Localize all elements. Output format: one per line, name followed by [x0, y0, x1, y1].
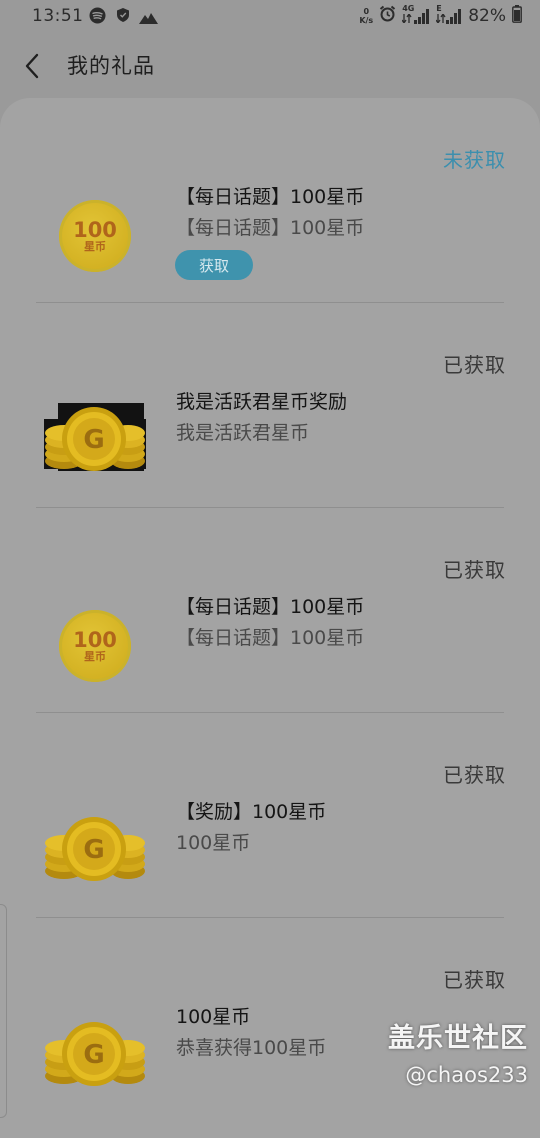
- gift-item[interactable]: 已获取 G 【奖励】100星币 100星币: [0, 713, 540, 918]
- svg-text:G: G: [83, 835, 104, 865]
- watermark: 盖乐世社区 @chaos233: [388, 1022, 528, 1090]
- battery-icon: [512, 4, 522, 28]
- signal-e: E: [436, 4, 462, 25]
- page-title: 我的礼品: [67, 54, 155, 78]
- gift-item[interactable]: 未获取 100 星币 【每日话题】100星币 【每日话题】100星币 获取: [0, 98, 540, 303]
- back-button[interactable]: [14, 48, 50, 84]
- gift-item[interactable]: 已获取 G 我是活跃君星币奖励 我是活跃君星币: [0, 303, 540, 508]
- gift-item[interactable]: 已获取 100 星币 【每日话题】100星币 【每日话题】100星币: [0, 508, 540, 713]
- alarm-icon: [379, 5, 396, 27]
- mountain-icon: [139, 9, 158, 29]
- gift-subtitle: 100星币: [176, 832, 251, 854]
- gift-title: 100星币: [176, 1006, 251, 1028]
- shield-icon: [116, 7, 130, 28]
- gift-subtitle: 恭喜获得100星币: [176, 1037, 327, 1059]
- net-speed: 0 K/s: [359, 7, 374, 25]
- coin-stack-icon: G: [44, 809, 146, 889]
- status-bar: 13:51 0 K/s 4G E 82%: [0, 0, 540, 34]
- coin-100-icon: 100 星币: [44, 194, 146, 274]
- gift-subtitle: 我是活跃君星币: [176, 422, 310, 444]
- status-time: 13:51: [32, 6, 84, 26]
- battery-percent: 82%: [468, 6, 506, 26]
- edge-panel-handle[interactable]: [0, 904, 7, 1118]
- app-header: 我的礼品: [0, 34, 540, 96]
- gift-status: 已获取: [443, 968, 506, 992]
- watermark-text: 盖乐世社区: [388, 1023, 528, 1054]
- gift-title: 我是活跃君星币奖励: [176, 391, 348, 413]
- gift-title: 【每日话题】100星币: [176, 596, 365, 618]
- watermark-handle: @chaos233: [405, 1063, 528, 1087]
- gift-subtitle: 【每日话题】100星币: [176, 217, 365, 239]
- coin-unit: 星币: [84, 240, 106, 253]
- gift-status: 已获取: [443, 558, 506, 582]
- coin-stack-icon: G: [44, 399, 146, 479]
- gift-title: 【每日话题】100星币: [176, 186, 365, 208]
- gift-list-card: 未获取 100 星币 【每日话题】100星币 【每日话题】100星币 获取 已获…: [0, 98, 540, 1138]
- coin-number: 100: [73, 628, 117, 652]
- gift-status: 已获取: [443, 763, 506, 787]
- gift-status: 已获取: [443, 353, 506, 377]
- back-arrow-icon: [25, 53, 39, 79]
- svg-text:G: G: [83, 425, 104, 455]
- svg-text:G: G: [83, 1040, 104, 1070]
- music-app-icon: [89, 7, 106, 29]
- coin-100-icon: 100 星币: [44, 604, 146, 684]
- gift-status: 未获取: [443, 148, 506, 172]
- gift-title: 【奖励】100星币: [176, 801, 327, 823]
- coin-unit: 星币: [84, 650, 106, 663]
- coin-number: 100: [73, 218, 117, 242]
- gift-subtitle: 【每日话题】100星币: [176, 627, 365, 649]
- signal-4g: 4G: [402, 4, 430, 25]
- claim-button[interactable]: 获取: [175, 250, 253, 280]
- gift-item[interactable]: 已获取 G 100星币 恭喜获得100星币: [0, 918, 540, 1123]
- status-indicators: 0 K/s 4G E 82%: [359, 4, 522, 28]
- coin-stack-icon: G: [44, 1014, 146, 1094]
